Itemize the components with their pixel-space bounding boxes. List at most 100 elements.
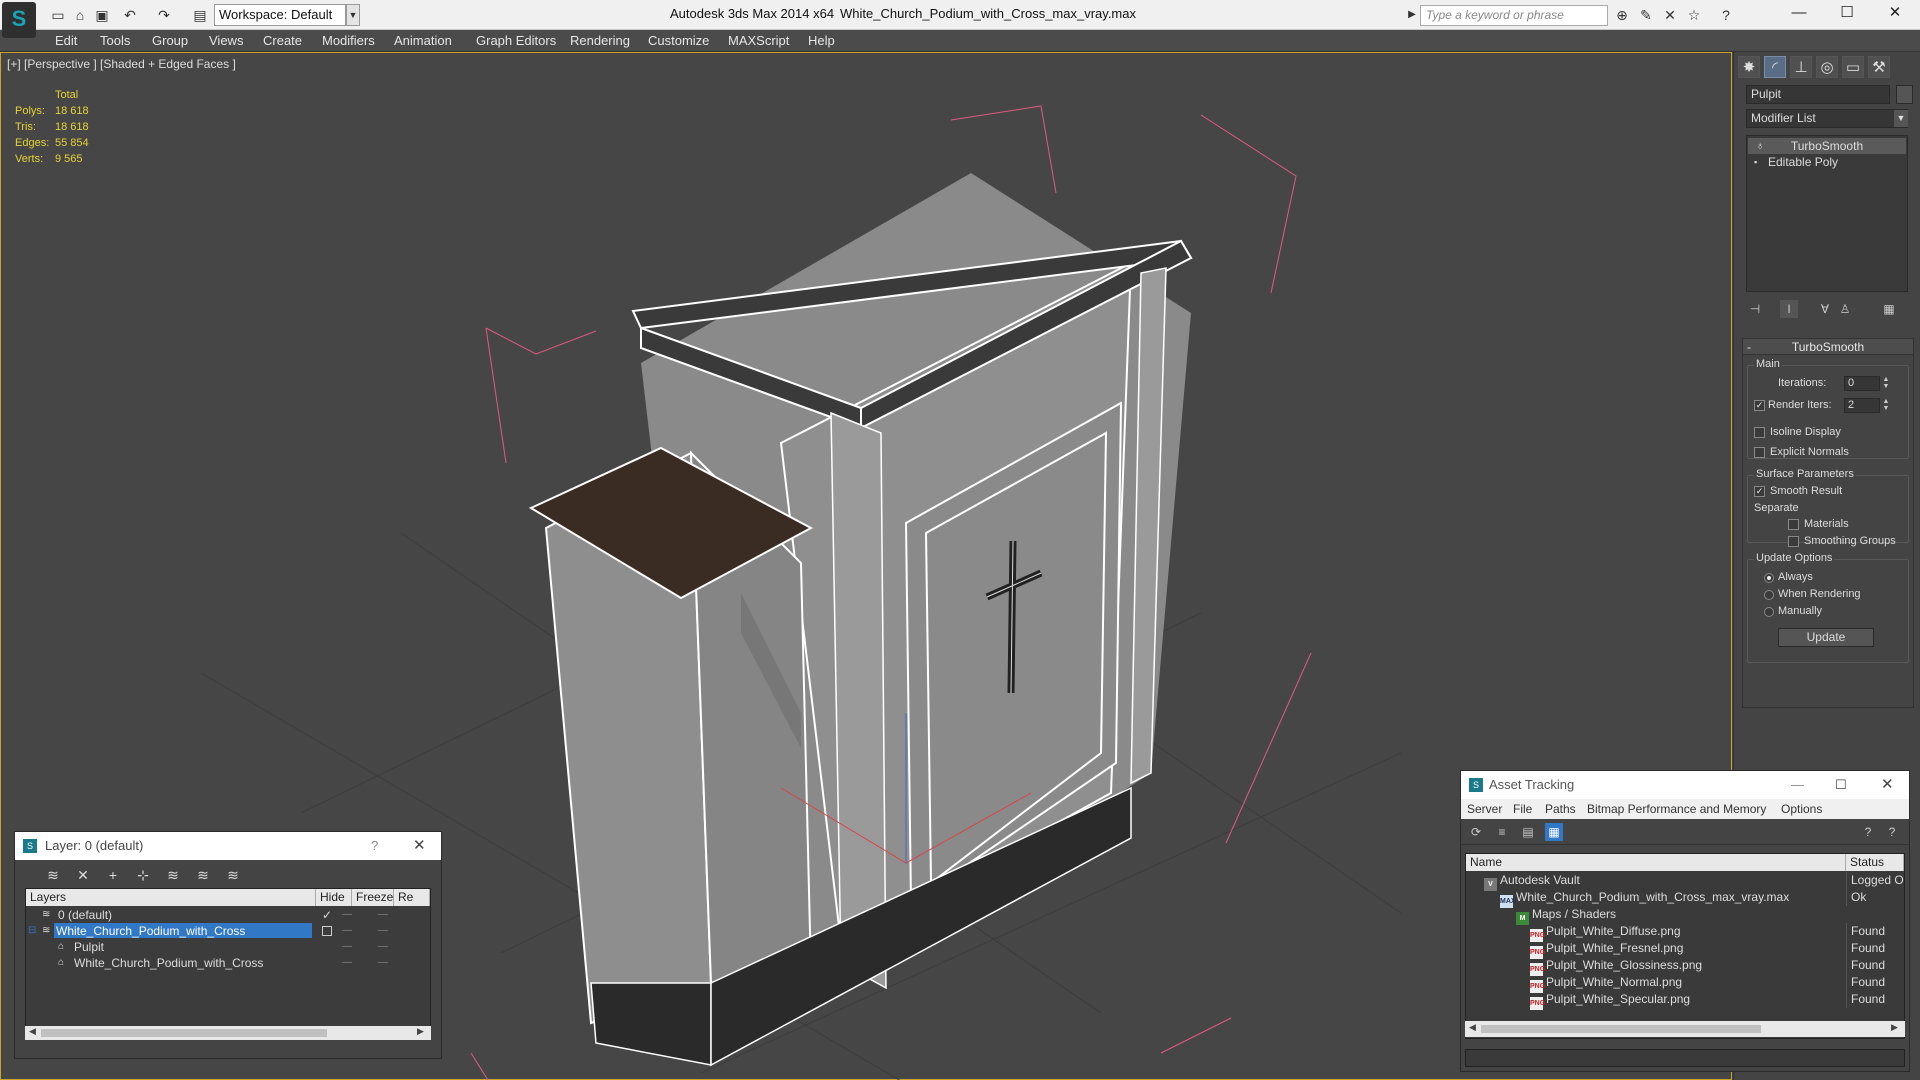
- layer-row-label[interactable]: White_Church_Podium_with_Cross: [72, 955, 263, 970]
- asset-help-icon[interactable]: ?: [1859, 823, 1877, 841]
- object-name-field[interactable]: Pulpit: [1746, 85, 1890, 104]
- menu-create[interactable]: Create: [263, 33, 302, 48]
- stack-item-editable-poly[interactable]: ▪ Editable Poly: [1748, 154, 1906, 170]
- update-button[interactable]: Update: [1778, 628, 1874, 647]
- select-objects-in-layer-icon[interactable]: ⊹: [133, 866, 153, 884]
- modifier-list-arrow-icon[interactable]: ▼: [1894, 110, 1908, 127]
- set-current-box[interactable]: [322, 926, 332, 936]
- menu-group[interactable]: Group: [152, 33, 188, 48]
- expand-plus-icon[interactable]: ▪: [1754, 154, 1757, 170]
- table-view-icon[interactable]: ▤: [1519, 823, 1537, 841]
- configure-modifier-sets-icon[interactable]: ▦: [1880, 300, 1898, 318]
- update-when-rendering-radio[interactable]: [1764, 590, 1774, 600]
- viewport-label[interactable]: [+] [Perspective ] [Shaded + Edged Faces…: [7, 57, 236, 71]
- scroll-thumb[interactable]: [41, 1029, 327, 1037]
- undo-icon[interactable]: ↶: [120, 5, 140, 25]
- collapse-icon[interactable]: -: [1747, 339, 1751, 355]
- layer-row[interactable]: ⌂ White_Church_Podium_with_Cross — —: [26, 955, 430, 971]
- pin-stack-icon[interactable]: ⊣: [1746, 300, 1764, 318]
- list-view-icon[interactable]: ≡: [1493, 823, 1511, 841]
- asset-menu-options[interactable]: Options: [1781, 799, 1822, 819]
- favorites-star-icon[interactable]: ☆: [1684, 5, 1704, 25]
- isoline-display-checkbox[interactable]: [1754, 427, 1765, 438]
- asset-row[interactable]: PNGPulpit_White_Specular.png Found: [1466, 991, 1904, 1010]
- layer-row-label[interactable]: Pulpit: [72, 939, 104, 954]
- status-column-header[interactable]: Status: [1846, 854, 1904, 871]
- smooth-result-checkbox[interactable]: ✓: [1754, 486, 1765, 497]
- search-input[interactable]: Type a keyword or phrase: [1420, 5, 1608, 26]
- scroll-right-icon[interactable]: ▶: [1891, 1022, 1898, 1033]
- scroll-left-icon[interactable]: ◀: [1469, 1022, 1476, 1033]
- menu-modifiers[interactable]: Modifiers: [322, 33, 375, 48]
- refresh-icon[interactable]: ⟳: [1467, 823, 1485, 841]
- hide-dash[interactable]: —: [342, 939, 352, 955]
- render-iters-spinner[interactable]: 2: [1844, 398, 1880, 413]
- communication-center-icon[interactable]: ✕: [1660, 5, 1680, 25]
- layer-window-titlebar[interactable]: S Layer: 0 (default) ? ✕: [15, 832, 441, 860]
- object-color-swatch[interactable]: [1896, 85, 1913, 104]
- hierarchy-tab-icon[interactable]: ⊥: [1790, 56, 1812, 78]
- layer-row-label[interactable]: 0 (default): [56, 907, 112, 922]
- redo-icon[interactable]: ↷: [154, 5, 174, 25]
- freeze-all-layers-icon[interactable]: ≋: [223, 866, 243, 884]
- hide-column-header[interactable]: Hide: [316, 889, 352, 906]
- layer-window-help-icon[interactable]: ?: [371, 832, 378, 860]
- add-to-layer-icon[interactable]: +: [103, 866, 123, 884]
- save-file-icon[interactable]: ▣: [92, 5, 112, 25]
- smoothing-groups-checkbox[interactable]: [1788, 536, 1799, 547]
- menu-tools[interactable]: Tools: [100, 33, 130, 48]
- asset-menu-bitmap-performance[interactable]: Bitmap Performance and Memory: [1587, 799, 1766, 819]
- asset-row[interactable]: PNGPulpit_White_Diffuse.png Found: [1466, 923, 1904, 942]
- delete-layer-icon[interactable]: ✕: [73, 866, 93, 884]
- freeze-dash[interactable]: —: [378, 907, 388, 923]
- workspace-dropdown-arrow-icon[interactable]: ▼: [346, 4, 360, 26]
- podium-model[interactable]: [528, 173, 1193, 1067]
- scroll-left-icon[interactable]: ◀: [29, 1026, 36, 1037]
- menu-graph-editors[interactable]: Graph Editors: [476, 33, 556, 48]
- asset-menu-paths[interactable]: Paths: [1545, 799, 1576, 819]
- layer-row[interactable]: ≋ 0 (default) ✓ — —: [26, 907, 430, 923]
- search-expand-icon[interactable]: ▶: [1402, 5, 1422, 25]
- hide-all-layers-icon[interactable]: ≋: [193, 866, 213, 884]
- update-manually-radio[interactable]: [1764, 607, 1774, 617]
- subscription-icon[interactable]: ✎: [1636, 5, 1656, 25]
- minimize-icon[interactable]: —: [1776, 0, 1822, 28]
- asset-menu-file[interactable]: File: [1513, 799, 1532, 819]
- close-icon[interactable]: ✕: [1872, 0, 1918, 28]
- asset-window-maximize-icon[interactable]: ☐: [1835, 771, 1847, 799]
- materials-checkbox[interactable]: [1788, 519, 1799, 530]
- create-tab-icon[interactable]: ✸: [1738, 56, 1760, 78]
- asset-menu-server[interactable]: Server: [1467, 799, 1502, 819]
- menu-help[interactable]: Help: [808, 33, 835, 48]
- freeze-dash[interactable]: —: [378, 923, 388, 939]
- new-file-icon[interactable]: ▭: [48, 5, 68, 25]
- iterations-spinner-arrows-icon[interactable]: ▲ ▼: [1882, 376, 1890, 391]
- layers-column-header[interactable]: Layers: [26, 889, 316, 906]
- layer-horizontal-scrollbar[interactable]: ◀ ▶: [25, 1026, 431, 1040]
- iterations-spinner[interactable]: 0: [1844, 376, 1880, 391]
- stack-item-turbosmooth[interactable]: ♁ TurboSmooth: [1748, 138, 1906, 154]
- menu-views[interactable]: Views: [209, 33, 243, 48]
- asset-row[interactable]: MAXWhite_Church_Podium_with_Cross_max_vr…: [1466, 889, 1904, 908]
- explicit-normals-checkbox[interactable]: [1754, 447, 1765, 458]
- scroll-thumb[interactable]: [1481, 1025, 1761, 1033]
- hide-dash[interactable]: —: [342, 907, 352, 923]
- hide-dash[interactable]: —: [342, 923, 352, 939]
- show-end-result-icon[interactable]: I: [1780, 300, 1798, 318]
- scroll-right-icon[interactable]: ▶: [417, 1026, 424, 1037]
- freeze-column-header[interactable]: Freeze: [352, 889, 394, 906]
- render-iters-spinner-arrows-icon[interactable]: ▲ ▼: [1882, 398, 1890, 413]
- update-always-radio[interactable]: [1764, 573, 1774, 583]
- menu-rendering[interactable]: Rendering: [570, 33, 630, 48]
- layer-row-label[interactable]: White_Church_Podium_with_Cross: [54, 923, 312, 938]
- render-column-header[interactable]: Re: [394, 889, 430, 906]
- freeze-dash[interactable]: —: [378, 939, 388, 955]
- create-new-layer-icon[interactable]: ≋: [43, 866, 63, 884]
- menu-edit[interactable]: Edit: [55, 33, 77, 48]
- open-file-icon[interactable]: ⌂: [70, 5, 90, 25]
- highlight-layers-icon[interactable]: ≋: [163, 866, 183, 884]
- remove-modifier-icon[interactable]: ♙: [1836, 300, 1854, 318]
- binoculars-icon[interactable]: ⊕: [1612, 5, 1632, 25]
- asset-window-titlebar[interactable]: S Asset Tracking — ☐ ✕: [1461, 771, 1909, 799]
- utilities-tab-icon[interactable]: ⚒: [1868, 56, 1890, 78]
